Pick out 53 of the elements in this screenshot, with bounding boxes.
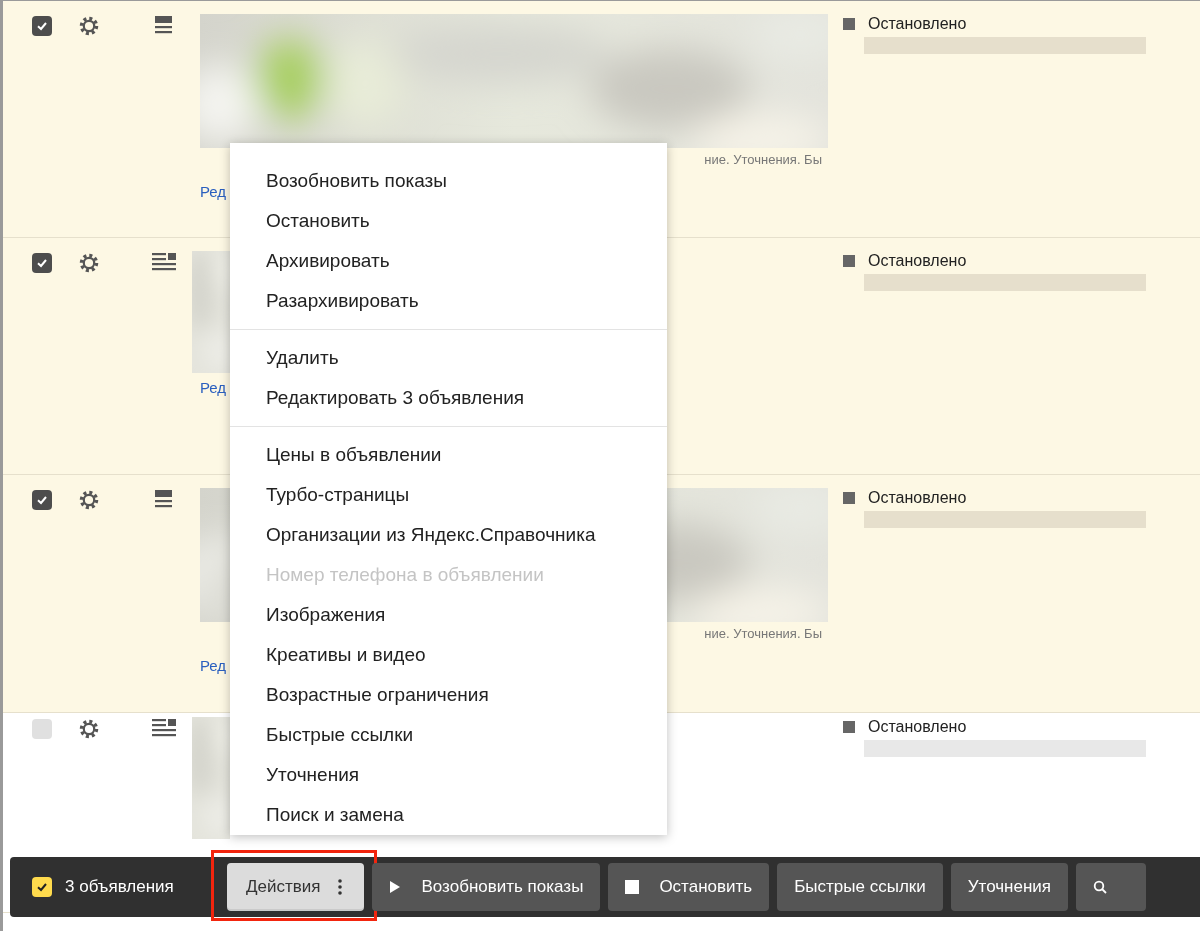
text-layout-icon[interactable] bbox=[152, 718, 176, 738]
checkbox[interactable] bbox=[32, 877, 52, 897]
checkbox[interactable] bbox=[32, 490, 52, 510]
toolbar-button[interactable]: Остановить bbox=[608, 863, 770, 911]
toolbar-button[interactable]: Быстрые ссылки bbox=[777, 863, 943, 911]
toolbar-button[interactable]: Уточнения bbox=[950, 863, 1069, 911]
checkbox[interactable] bbox=[32, 16, 52, 36]
menu-item[interactable]: Быстрые ссылки bbox=[230, 715, 667, 755]
menu-item[interactable]: Редактировать 3 объявления bbox=[230, 378, 667, 418]
menu-item[interactable]: Возобновить показы bbox=[230, 161, 667, 201]
menu-item[interactable]: Изображения bbox=[230, 595, 667, 635]
menu-item[interactable]: Разархивировать bbox=[230, 281, 667, 321]
check-icon bbox=[36, 881, 48, 893]
menu-item[interactable]: Уточнения bbox=[230, 755, 667, 795]
menu-item[interactable]: Удалить bbox=[230, 338, 667, 378]
status-icon bbox=[843, 492, 855, 504]
checkbox[interactable] bbox=[32, 253, 52, 273]
status-icon bbox=[843, 721, 855, 733]
ad-text: ние. Уточнения. Бы bbox=[704, 152, 823, 168]
status-icon bbox=[843, 255, 855, 267]
menu-item[interactable]: Цены в объявлении bbox=[230, 435, 667, 475]
settings-icon[interactable] bbox=[78, 718, 100, 740]
menu-item[interactable]: Организации из Яндекс.Справочника bbox=[230, 515, 667, 555]
menu-item[interactable]: Архивировать bbox=[230, 241, 667, 281]
ad-text: ние. Уточнения. Бы bbox=[704, 626, 823, 642]
text-layout-icon[interactable] bbox=[152, 252, 176, 272]
status-text: Остановлено bbox=[868, 488, 967, 508]
status-text: Остановлено bbox=[868, 717, 967, 737]
check-icon bbox=[36, 494, 48, 506]
edit-link[interactable]: Ред bbox=[200, 379, 227, 397]
menu-item[interactable]: Возрастные ограничения bbox=[230, 675, 667, 715]
menu-item[interactable]: Креативы и видео bbox=[230, 635, 667, 675]
menu-item[interactable]: Турбо-страницы bbox=[230, 475, 667, 515]
selection-count: 3 объявления bbox=[65, 876, 175, 899]
status-text: Остановлено bbox=[868, 251, 967, 271]
status-text: Остановлено bbox=[868, 14, 967, 34]
stop-icon bbox=[625, 880, 640, 894]
search-icon bbox=[1093, 880, 1108, 894]
edit-link[interactable]: Ред bbox=[200, 657, 227, 675]
menu-item[interactable]: Остановить bbox=[230, 201, 667, 241]
status-icon bbox=[843, 18, 855, 30]
more-icon bbox=[338, 879, 343, 895]
toolbar-button[interactable]: Действия bbox=[227, 863, 365, 911]
edit-link[interactable]: Ред bbox=[200, 183, 227, 201]
toolbar-button[interactable]: Возобновить показы bbox=[372, 863, 601, 911]
settings-icon[interactable] bbox=[78, 489, 100, 511]
menu-item[interactable]: Поиск и замена bbox=[230, 795, 667, 835]
play-icon bbox=[389, 881, 402, 893]
settings-icon[interactable] bbox=[78, 252, 100, 274]
check-icon bbox=[36, 20, 48, 32]
checkbox[interactable] bbox=[32, 719, 52, 739]
settings-icon[interactable] bbox=[78, 15, 100, 37]
check-icon bbox=[36, 257, 48, 269]
